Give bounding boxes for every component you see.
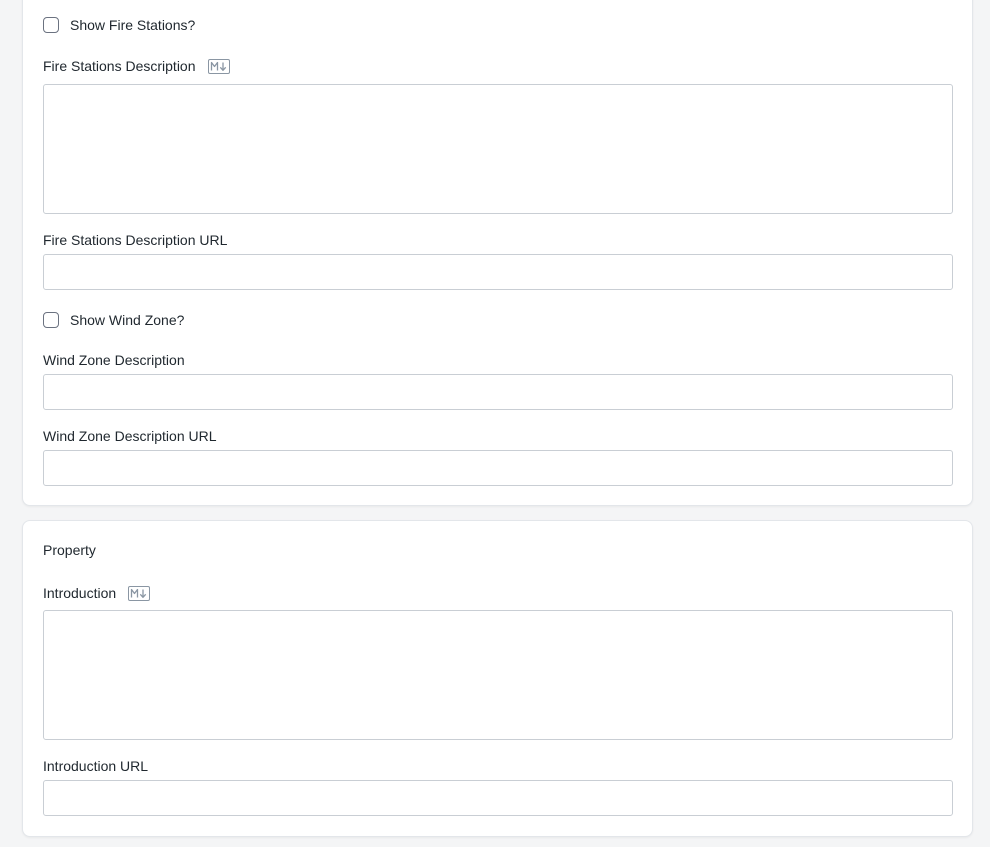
- wind-zone-description-url-label: Wind Zone Description URL: [43, 428, 217, 444]
- property-section-title: Property: [43, 542, 96, 558]
- fire-wind-section-card: Show Fire Stations? Fire Stations Descri…: [22, 0, 973, 506]
- show-fire-stations-row[interactable]: Show Fire Stations?: [43, 15, 195, 35]
- show-fire-stations-label[interactable]: Show Fire Stations?: [70, 17, 195, 33]
- property-section-card: Property Introduction Introduction URL: [22, 520, 973, 837]
- show-wind-zone-checkbox[interactable]: [43, 312, 59, 328]
- fire-stations-description-label-row: Fire Stations Description: [43, 56, 230, 76]
- show-wind-zone-label[interactable]: Show Wind Zone?: [70, 312, 184, 328]
- fire-stations-description-url-input[interactable]: [43, 254, 953, 290]
- introduction-url-input[interactable]: [43, 780, 953, 816]
- wind-zone-description-input[interactable]: [43, 374, 953, 410]
- introduction-url-label: Introduction URL: [43, 758, 149, 774]
- wind-zone-description-url-input[interactable]: [43, 450, 953, 486]
- wind-zone-description-label: Wind Zone Description: [43, 352, 185, 368]
- wind-zone-description-url-label-row: Wind Zone Description URL: [43, 426, 217, 446]
- introduction-label: Introduction: [43, 585, 117, 601]
- show-wind-zone-row[interactable]: Show Wind Zone?: [43, 310, 184, 330]
- fire-stations-description-textarea[interactable]: [43, 84, 953, 214]
- show-fire-stations-checkbox[interactable]: [43, 17, 59, 33]
- fire-stations-description-url-label: Fire Stations Description URL: [43, 232, 228, 248]
- introduction-url-label-row: Introduction URL: [43, 756, 148, 776]
- fire-stations-description-label: Fire Stations Description: [43, 58, 196, 74]
- introduction-textarea[interactable]: [43, 610, 953, 740]
- wind-zone-description-label-row: Wind Zone Description: [43, 350, 185, 370]
- fire-stations-description-url-label-row: Fire Stations Description URL: [43, 230, 227, 250]
- markdown-icon: [128, 585, 151, 601]
- introduction-label-row: Introduction: [43, 583, 151, 603]
- markdown-icon: [207, 58, 230, 74]
